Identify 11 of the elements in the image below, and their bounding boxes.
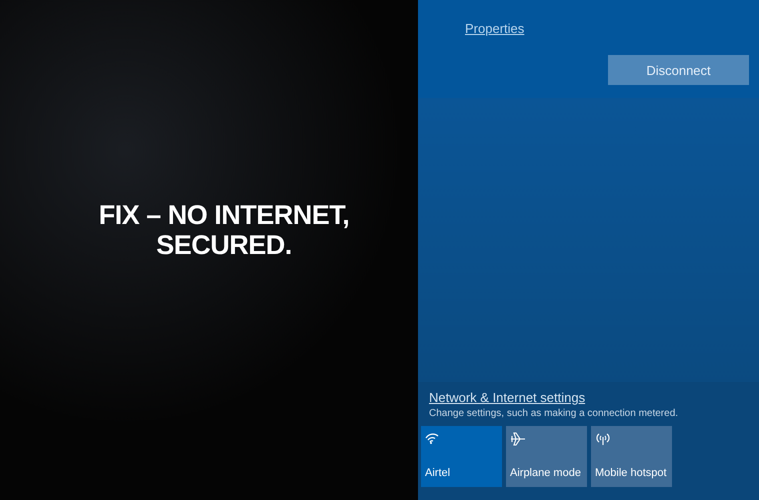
- settings-hint: Change settings, such as making a connection metered.: [429, 408, 680, 419]
- properties-link[interactable]: Properties: [465, 21, 524, 36]
- quick-action-tile[interactable]: Mobile hotspot: [591, 426, 672, 487]
- airplane-icon: [510, 432, 526, 446]
- quick-action-tile[interactable]: Airplane mode: [506, 426, 587, 487]
- hotspot-icon: [595, 432, 611, 446]
- quick-action-tile[interactable]: Airtel: [421, 426, 502, 487]
- network-settings-link[interactable]: Network & Internet settings: [429, 390, 759, 405]
- disconnect-button[interactable]: Disconnect: [608, 55, 749, 85]
- wifi-icon: [425, 432, 439, 444]
- headline: FIX – NO INTERNET, SECURED.: [98, 200, 350, 260]
